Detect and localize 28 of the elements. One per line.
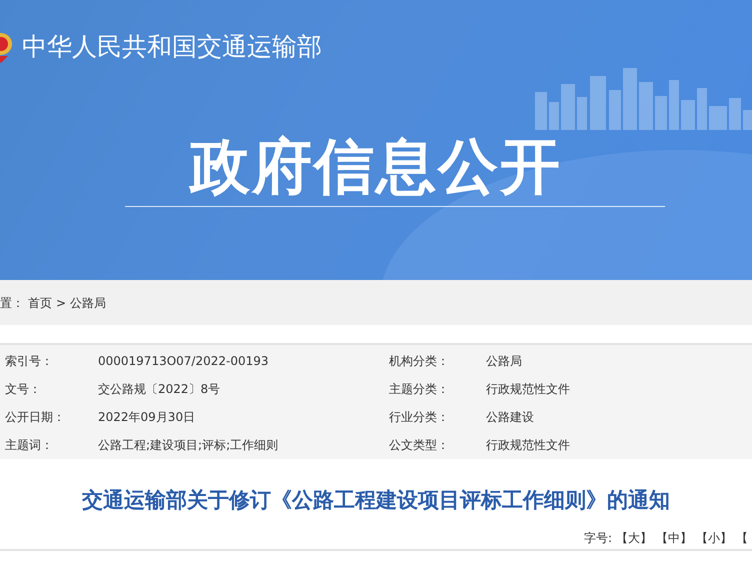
field-label: 机构分类：: [389, 353, 450, 370]
font-size-label: 字号:: [584, 530, 612, 546]
field-label: 主题分类：: [389, 381, 450, 398]
font-size-link[interactable]: 【: [736, 528, 748, 546]
field-label: 公开日期：: [4, 409, 66, 426]
field-label: 文号：: [4, 381, 42, 398]
field-label: 索引号：: [4, 353, 54, 370]
banner-title: 政府信息公开: [188, 134, 563, 200]
font-size-link[interactable]: 【小】: [696, 528, 732, 546]
field-label: 行业分类：: [389, 409, 450, 426]
field-label: 公文类型：: [389, 437, 450, 454]
article-title: 交通运输部关于修订《公路工程建设项目评标工作细则》的通知: [81, 487, 671, 514]
field-value: 交公路规〔2022〕8号: [98, 381, 222, 398]
field-value: 2022年09月30日: [98, 409, 196, 426]
breadcrumb-label: 置：: [0, 294, 24, 312]
breadcrumb-separator: >: [56, 294, 66, 312]
field-value: 公路局: [486, 353, 522, 370]
breadcrumb-link[interactable]: 首页: [28, 294, 52, 312]
font-size-link[interactable]: 【中】: [656, 528, 692, 546]
breadcrumb-link[interactable]: 公路局: [70, 294, 106, 312]
site-name[interactable]: 中华人民共和国交通运输部: [22, 28, 322, 66]
font-size-link[interactable]: 【大】: [616, 528, 652, 546]
field-label: 主题词：: [4, 437, 54, 454]
field-value: 行政规范性文件: [486, 437, 570, 454]
field-value: 000019713O07/2022-00193: [98, 353, 270, 370]
field-value: 公路工程;建设项目;评标;工作细则: [98, 437, 280, 454]
field-value: 公路建设: [486, 409, 534, 426]
field-value: 行政规范性文件: [486, 381, 570, 398]
